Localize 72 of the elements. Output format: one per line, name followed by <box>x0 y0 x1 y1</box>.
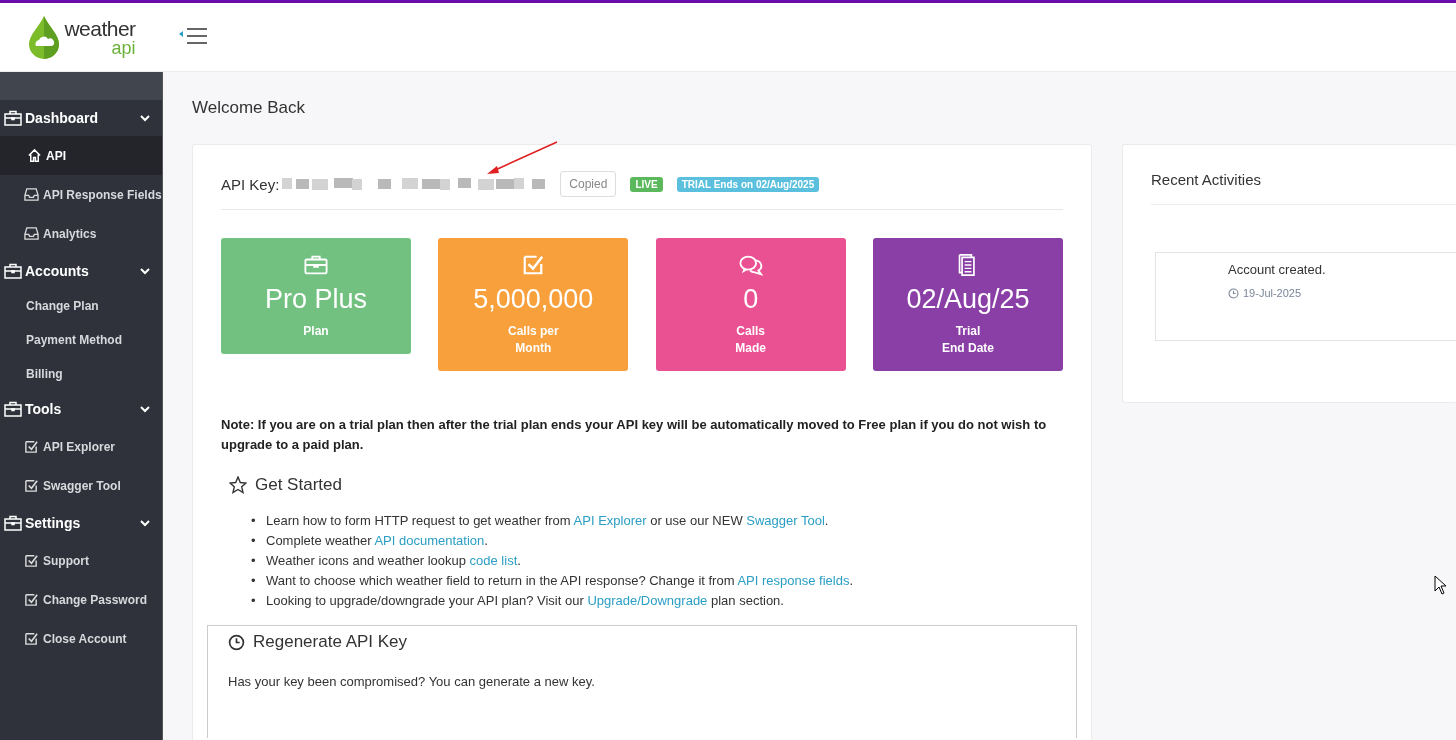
list-item: Want to choose which weather field to return in the API response? Change it from API response fields. <box>266 572 854 590</box>
briefcase-icon <box>4 110 22 126</box>
sidebar-item[interactable]: Support <box>0 541 162 580</box>
regenerate-text: Has your key been compromised? You can generate a new key. <box>228 674 596 689</box>
stat-label: Calls per Month <box>507 323 559 357</box>
activity-text: Account created. <box>1228 262 1327 277</box>
page-title: Welcome Back <box>192 98 307 118</box>
section-title: Get Started <box>255 475 342 495</box>
checkbox-icon <box>24 592 39 607</box>
status-badge: LIVE <box>630 176 663 192</box>
section-title: Regenerate API Key <box>253 632 408 652</box>
sidebar-item[interactable]: Billing <box>0 357 162 391</box>
card-title: Recent Activities <box>1151 171 1456 205</box>
bullet: • <box>251 512 257 530</box>
clock-icon <box>1228 287 1239 299</box>
activity-date: 19-Jul-2025 <box>1243 287 1302 299</box>
stat-value: 0 <box>743 284 759 315</box>
checkbox-icon <box>24 553 39 568</box>
bullet: • <box>251 592 257 610</box>
sidebar-item[interactable]: Swagger Tool <box>0 466 162 505</box>
clock-icon <box>228 633 245 651</box>
logo-text: weather <box>64 17 136 39</box>
briefcase-icon <box>4 515 22 531</box>
mouse-cursor-icon <box>1434 575 1448 595</box>
chevron-icon[interactable] <box>140 267 150 275</box>
logo-icon <box>27 15 62 59</box>
bullet: • <box>251 572 257 590</box>
sidebar-item[interactable]: Close Account <box>0 619 162 658</box>
briefcase-icon <box>4 401 22 417</box>
list-item: Learn how to form HTTP request to get weather from API Explorer or use our NEW Swagger Tool. <box>266 512 829 530</box>
stat-label: Calls Made <box>735 323 766 357</box>
tray-icon <box>24 226 39 241</box>
stat-value: 02/Aug/25 <box>906 284 1030 315</box>
sidebar-item[interactable]: Change Password <box>0 580 162 619</box>
api-key-label: API Key: <box>221 175 280 193</box>
bullet: • <box>251 532 257 550</box>
status-badge: TRIAL Ends on 02/Aug/2025 <box>676 176 820 192</box>
chevron-icon[interactable] <box>140 519 150 527</box>
chat-icon <box>738 254 763 276</box>
bullet: • <box>251 552 257 570</box>
checkbox-icon <box>24 439 39 454</box>
sidebar-item[interactable]: API Explorer <box>0 427 162 466</box>
sidebar-heading[interactable]: Accounts <box>25 263 89 279</box>
briefcase-icon <box>304 254 328 276</box>
checkbox-icon <box>24 478 39 493</box>
list-item: Looking to upgrade/downgrade your API plan? Visit our Upgrade/Downgrade plan section. <box>266 592 784 610</box>
sidebar-heading[interactable]: Tools <box>25 401 62 417</box>
sidebar-item[interactable]: Payment Method <box>0 323 162 357</box>
list-item: Complete weather API documentation. <box>266 532 488 550</box>
tray-icon <box>24 187 39 202</box>
briefcase-icon <box>4 263 22 279</box>
sidebar-item[interactable]: Change Plan <box>0 289 162 323</box>
sidebar-heading[interactable]: Settings <box>25 515 81 531</box>
stat-value: Pro Plus <box>264 284 367 315</box>
checkbox-icon <box>521 254 546 276</box>
note-text: Note: If you are on a trial plan then after the trial plan ends your API key will be automatically moved to Free plan if you do not wish to upgrade to a paid plan. <box>221 416 1048 454</box>
chevron-icon[interactable] <box>140 405 150 413</box>
stat-value: 5,000,000 <box>473 284 594 315</box>
star-icon <box>229 476 247 494</box>
chevron-icon[interactable] <box>140 114 150 122</box>
menu-icon[interactable] <box>179 27 209 47</box>
home-icon <box>27 148 42 163</box>
sidebar-item[interactable]: Analytics <box>0 214 162 253</box>
sidebar-item[interactable]: API Response Fields <box>0 175 162 214</box>
stat-label: Trial End Date <box>941 323 994 357</box>
logo-subtext: api <box>111 38 136 57</box>
checkbox-icon <box>24 631 39 646</box>
list-item: Weather icons and weather lookup code list. <box>266 552 521 570</box>
stat-label: Plan <box>303 323 329 340</box>
copied-button[interactable]: Copied <box>560 171 617 197</box>
sidebar-item[interactable]: API <box>0 136 162 175</box>
sidebar-heading[interactable]: Dashboard <box>25 110 99 126</box>
